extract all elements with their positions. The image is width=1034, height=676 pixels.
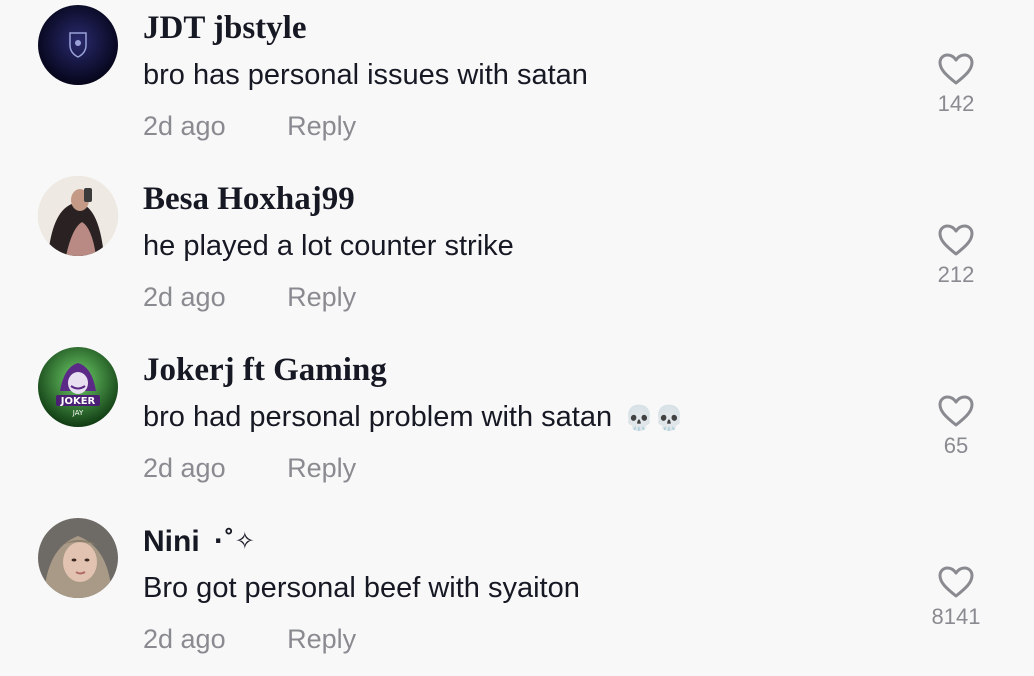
svg-text:JOKER: JOKER xyxy=(60,396,96,407)
comment-body: bro had personal problem with satan xyxy=(143,401,613,433)
skull-emoji: 💀💀 xyxy=(624,404,684,432)
comment-item: JOKER JAY Jokerj ft Gaming bro had perso… xyxy=(0,342,1034,513)
comment-text: bro had personal problem with satan 💀💀 xyxy=(143,397,684,438)
comment-text: bro has personal issues with satan xyxy=(143,55,588,95)
username[interactable]: JDT jbstyle xyxy=(143,8,307,48)
like-control: 142 xyxy=(925,52,987,118)
like-control: 212 xyxy=(925,223,987,289)
heart-outline-icon[interactable] xyxy=(937,223,975,257)
comment-body: bro has personal issues with satan xyxy=(143,59,588,91)
like-control: 8141 xyxy=(925,565,987,631)
like-control: 65 xyxy=(925,394,987,460)
avatar[interactable] xyxy=(38,176,118,256)
avatar[interactable] xyxy=(38,5,118,85)
reply-button[interactable]: Reply xyxy=(287,282,356,312)
timestamp: 2d ago xyxy=(143,282,226,312)
comment-body: he played a lot counter strike xyxy=(143,230,514,262)
sparkle-decoration: ⋅˚✧ xyxy=(213,527,255,555)
username[interactable]: Nini ⋅˚✧ xyxy=(143,521,255,562)
comment-list: JDT jbstyle bro has personal issues with… xyxy=(0,0,1034,676)
reply-button[interactable]: Reply xyxy=(287,453,356,483)
svg-text:JAY: JAY xyxy=(72,409,84,417)
comment-item: Besa Hoxhaj99 he played a lot counter st… xyxy=(0,171,1034,342)
avatar[interactable] xyxy=(38,518,118,598)
comment-body: Bro got personal beef with syaiton xyxy=(143,572,580,604)
reply-button[interactable]: Reply xyxy=(287,624,356,654)
comment-item: Nini ⋅˚✧ Bro got personal beef with syait… xyxy=(0,513,1034,676)
username[interactable]: Jokerj ft Gaming xyxy=(143,350,387,390)
comment-meta: 2d ago Reply xyxy=(143,108,356,144)
comment-text: he played a lot counter strike xyxy=(143,226,514,266)
comment-meta: 2d ago Reply xyxy=(143,279,356,315)
heart-outline-icon[interactable] xyxy=(937,565,975,599)
timestamp: 2d ago xyxy=(143,624,226,654)
timestamp: 2d ago xyxy=(143,453,226,483)
like-count: 142 xyxy=(937,91,975,116)
avatar[interactable]: JOKER JAY xyxy=(38,347,118,427)
timestamp: 2d ago xyxy=(143,111,226,141)
like-count: 65 xyxy=(943,433,969,458)
username[interactable]: Besa Hoxhaj99 xyxy=(143,179,355,219)
comment-meta: 2d ago Reply xyxy=(143,450,356,486)
heart-outline-icon[interactable] xyxy=(937,52,975,86)
like-count: 212 xyxy=(937,262,975,287)
username-text: Nini xyxy=(143,525,200,558)
comment-text: Bro got personal beef with syaiton xyxy=(143,568,580,608)
comment-meta: 2d ago Reply xyxy=(143,621,356,657)
reply-button[interactable]: Reply xyxy=(287,111,356,141)
comment-item: JDT jbstyle bro has personal issues with… xyxy=(0,0,1034,171)
like-count: 8141 xyxy=(931,604,981,629)
heart-outline-icon[interactable] xyxy=(937,394,975,428)
